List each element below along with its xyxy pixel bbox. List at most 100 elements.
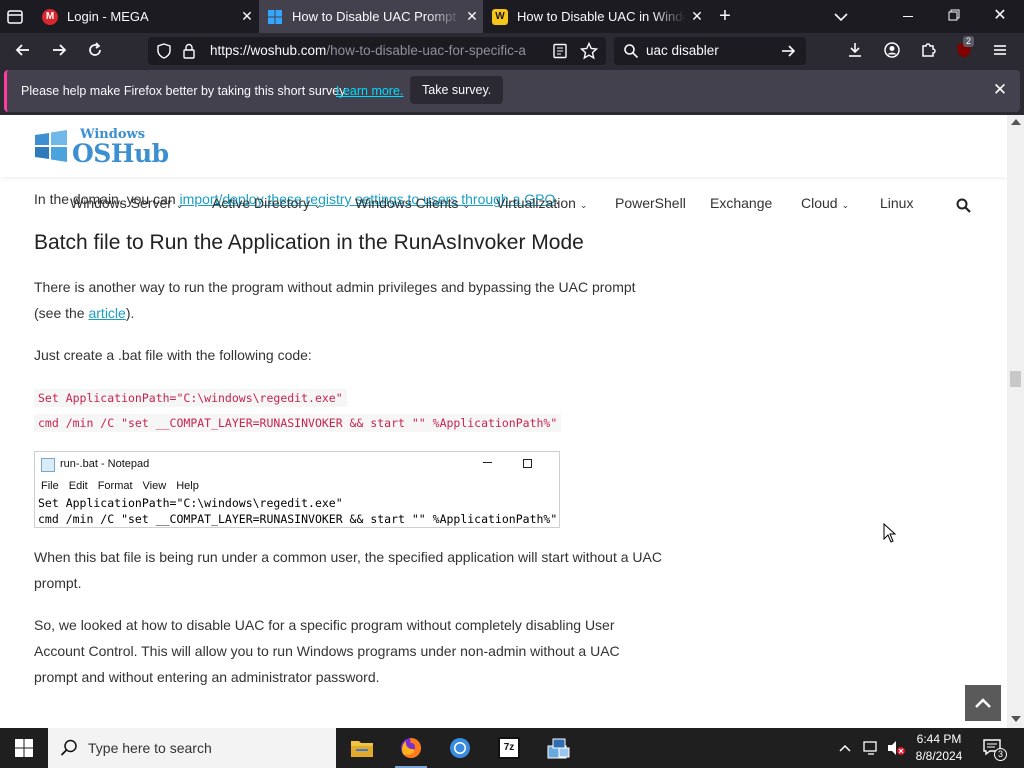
site-logo[interactable]: Windows OSHub [34, 127, 174, 168]
network-app-icon [547, 738, 570, 759]
taskbar-search-box[interactable]: Type here to search [48, 728, 336, 768]
tab-title: How to Disable UAC Prompt for [292, 9, 461, 24]
lock-icon[interactable] [182, 43, 196, 64]
chevron-down-icon: ⌄ [841, 200, 850, 210]
nav-linux[interactable]: Linux [880, 195, 913, 211]
folder-icon [351, 741, 373, 757]
notepad-icon [41, 458, 55, 472]
forward-button[interactable] [42, 33, 76, 67]
show-hidden-icons-icon[interactable] [838, 741, 852, 760]
reload-button[interactable] [78, 33, 112, 67]
search-bar[interactable]: uac disabler [614, 37, 806, 65]
notification-count-badge: 3 [994, 748, 1007, 761]
windows-icon [267, 9, 283, 25]
tab-uac-windows[interactable]: W How to Disable UAC in Window ✕ [484, 0, 708, 33]
take-survey-button[interactable]: Take survey. [410, 76, 504, 104]
downloads-button[interactable] [838, 33, 872, 67]
taskbar-search-placeholder: Type here to search [88, 740, 212, 756]
chevron-up-icon [975, 698, 991, 708]
tab-strip: M Login - MEGA ✕ How to Disable UAC Prom… [0, 0, 1024, 33]
reader-view-icon[interactable] [552, 43, 568, 64]
notepad-text-line-2: cmd /min /C "set __COMPAT_LAYER=RUNASINV… [38, 512, 558, 526]
nav-powershell[interactable]: PowerShell [615, 195, 686, 211]
back-button[interactable] [6, 33, 40, 67]
nav-exchange[interactable]: Exchange [710, 195, 772, 211]
search-go-icon[interactable] [780, 43, 796, 64]
notepad-title: run-.bat - Notepad [60, 458, 150, 470]
action-center-button[interactable]: 3 [982, 738, 1007, 761]
windows-logo-icon [35, 130, 67, 162]
app-menu-button[interactable] [983, 33, 1017, 67]
extensions-button[interactable] [911, 33, 945, 67]
notepad-screenshot: run-.bat - Notepad File Edit Format View Hel… [34, 451, 560, 528]
volume-muted-icon[interactable] [886, 740, 906, 761]
url-bar[interactable]: https://woshub.com/how-to-disable-uac-fo… [148, 37, 606, 65]
arrow-right-icon [53, 44, 67, 56]
network-tray-icon[interactable] [862, 740, 880, 761]
taskbar-network-app[interactable] [534, 728, 582, 768]
nav-windows-clients[interactable]: Windows Clients ⌄ [355, 195, 470, 211]
nav-windows-server[interactable]: Windows Server ⌄ [70, 195, 183, 211]
restore-icon[interactable] [944, 9, 964, 23]
survey-notification-bar: Please help make Firefox better by takin… [0, 67, 1024, 115]
paragraph-other-way: There is another way to run the program … [34, 279, 636, 321]
logo-bottom-text: OSHub [72, 139, 169, 168]
tab-mega[interactable]: M Login - MEGA ✕ [34, 0, 258, 33]
paragraph-bat-run: When this bat file is being run under a … [34, 549, 662, 591]
chrome-icon [450, 738, 470, 758]
scrollbar-thumb[interactable] [1010, 371, 1021, 387]
bookmark-star-icon[interactable] [579, 41, 599, 65]
chevron-down-icon: ⌄ [314, 200, 322, 210]
taskbar-chrome[interactable] [436, 728, 484, 768]
article-link[interactable]: article [88, 305, 125, 321]
start-button[interactable] [0, 728, 48, 768]
minimize-icon[interactable] [898, 9, 918, 23]
close-icon[interactable]: ✕ [686, 8, 708, 25]
close-icon[interactable]: ✕ [236, 8, 258, 25]
search-input[interactable]: uac disabler [646, 43, 719, 58]
url-text[interactable]: https://woshub.com/how-to-disable-uac-fo… [210, 43, 546, 58]
site-search-icon[interactable] [956, 198, 971, 218]
back-to-top-button[interactable] [965, 685, 1001, 721]
close-notification-icon[interactable]: ✕ [989, 79, 1011, 101]
taskbar-date[interactable]: 8/8/2024 [912, 749, 966, 763]
account-button[interactable] [875, 33, 909, 67]
url-host: https://woshub.com [210, 43, 327, 58]
windows-taskbar: Type here to search 7z 6:44 PM 8/8/2024 … [0, 728, 1024, 768]
paragraph-summary: So, we looked at how to disable UAC for … [34, 617, 620, 685]
taskbar-time[interactable]: 6:44 PM [912, 732, 966, 746]
code-line-1: Set ApplicationPath="C:\windows\regedit.… [34, 389, 347, 407]
hamburger-menu-icon [994, 45, 1006, 55]
window-close-icon[interactable]: ✕ [990, 8, 1010, 24]
7zip-icon: 7z [498, 737, 520, 759]
tab-uac-prompt[interactable]: How to Disable UAC Prompt for ✕ [259, 0, 483, 33]
taskbar-7zip[interactable]: 7z [485, 728, 533, 768]
learn-more-link[interactable]: Learn more. [336, 84, 403, 98]
firefox-icon [401, 738, 421, 758]
taskbar-firefox[interactable] [387, 728, 435, 768]
scroll-up-arrow-icon[interactable] [1011, 119, 1021, 125]
tab-title: Login - MEGA [67, 9, 149, 24]
paragraph-create-bat: Just create a .bat file with the followi… [34, 347, 312, 363]
nav-active-directory[interactable]: Active Directory ⌄ [212, 195, 322, 211]
nav-virtualization[interactable]: Virtualization ⌄ [496, 195, 587, 211]
nav-cloud[interactable]: Cloud ⌄ [801, 195, 849, 211]
tab-overview-icon[interactable] [6, 8, 24, 26]
search-icon [623, 43, 639, 64]
page-scrollbar[interactable] [1007, 115, 1024, 728]
tracking-shield-icon[interactable] [156, 43, 172, 64]
extension-badge: 2 [963, 36, 975, 47]
notepad-menu: File Edit Format View Help [41, 480, 199, 492]
close-icon[interactable]: ✕ [461, 8, 483, 25]
navigation-toolbar: https://woshub.com/how-to-disable-uac-fo… [0, 33, 1024, 67]
list-all-tabs-icon[interactable] [832, 8, 850, 26]
taskbar-file-explorer[interactable] [338, 728, 386, 768]
windows-start-icon [15, 739, 33, 757]
scroll-down-arrow-icon[interactable] [1011, 716, 1021, 722]
w-icon: W [492, 8, 508, 25]
new-tab-icon[interactable]: + [714, 6, 736, 28]
search-icon [60, 739, 77, 756]
ublock-extension-button[interactable]: 2 [947, 33, 981, 67]
mega-icon: M [42, 8, 58, 25]
url-path: /how-to-disable-uac-for-specific-a [326, 43, 526, 58]
